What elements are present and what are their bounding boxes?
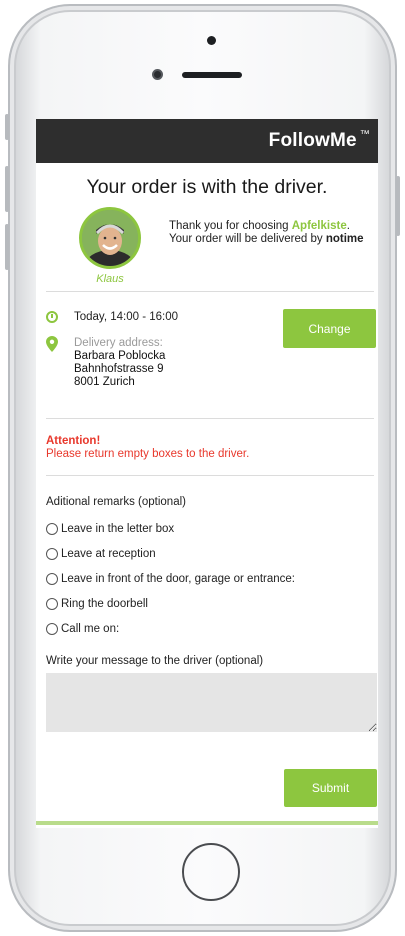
shop-name: Apfelkiste	[291, 220, 347, 232]
power-button	[396, 176, 400, 236]
clock-icon	[46, 311, 58, 323]
mute-switch	[5, 114, 9, 140]
volume-down-button	[5, 224, 9, 270]
radio-button[interactable]	[46, 572, 58, 585]
volume-up-button	[5, 166, 9, 212]
top-bar: FollowMe ™	[36, 119, 378, 163]
delivery-time: Today, 14:00 - 16:00	[74, 311, 178, 323]
trademark-symbol: ™	[359, 129, 370, 140]
delivery-details: Today, 14:00 - 16:00 Delivery address: B…	[36, 292, 378, 418]
divider	[46, 475, 374, 476]
brand-logo: FollowMe ™	[268, 129, 370, 151]
option-call-me[interactable]: Call me on:	[46, 616, 368, 641]
attention-title: Attention!	[46, 435, 101, 447]
courier-name: notime	[325, 233, 364, 245]
attention-message: Please return empty boxes to the driver.	[46, 448, 250, 460]
option-letter-box[interactable]: Leave in the letter box	[46, 516, 368, 541]
radio-button[interactable]	[46, 547, 58, 560]
attention-notice: Attention! Please return empty boxes to …	[36, 419, 378, 475]
driver-avatar	[79, 207, 141, 269]
earpiece-speaker	[182, 72, 242, 78]
option-ring-doorbell[interactable]: Ring the doorbell	[46, 591, 368, 616]
proximity-sensor	[207, 36, 216, 45]
address-label: Delivery address:	[74, 337, 163, 349]
remarks-title: Aditional remarks (optional)	[46, 496, 186, 508]
radio-button[interactable]	[46, 522, 58, 535]
thank-you-message: Thank you for choosing Apfelkiste. Your …	[169, 220, 364, 245]
message-textarea[interactable]	[46, 673, 377, 732]
delivery-time-row: Today, 14:00 - 16:00	[46, 311, 178, 323]
driver-info: Klaus Thank you for choosing Apfelkiste.…	[36, 199, 378, 291]
radio-button[interactable]	[46, 622, 58, 635]
location-pin-icon	[46, 336, 58, 352]
option-front-door[interactable]: Leave in front of the door, garage or en…	[46, 566, 368, 591]
bottom-accent-line	[36, 821, 378, 825]
app-screen: FollowMe ™ Your order is with the driver.…	[36, 119, 378, 828]
front-camera-icon	[152, 69, 163, 80]
driver-photo-icon	[82, 210, 138, 266]
remarks-section: Aditional remarks (optional) Leave in th…	[36, 496, 378, 737]
option-reception[interactable]: Leave at reception	[46, 541, 368, 566]
driver-name: Klaus	[96, 273, 124, 285]
submit-button[interactable]: Submit	[284, 769, 377, 807]
page-title: Your order is with the driver.	[86, 176, 328, 198]
radio-button[interactable]	[46, 597, 58, 610]
message-label: Write your message to the driver (option…	[46, 655, 264, 667]
delivery-address: Barbara Poblocka Bahnhofstrasse 9 8001 Z…	[74, 350, 166, 388]
change-button[interactable]: Change	[283, 309, 376, 348]
home-button[interactable]	[182, 843, 240, 901]
